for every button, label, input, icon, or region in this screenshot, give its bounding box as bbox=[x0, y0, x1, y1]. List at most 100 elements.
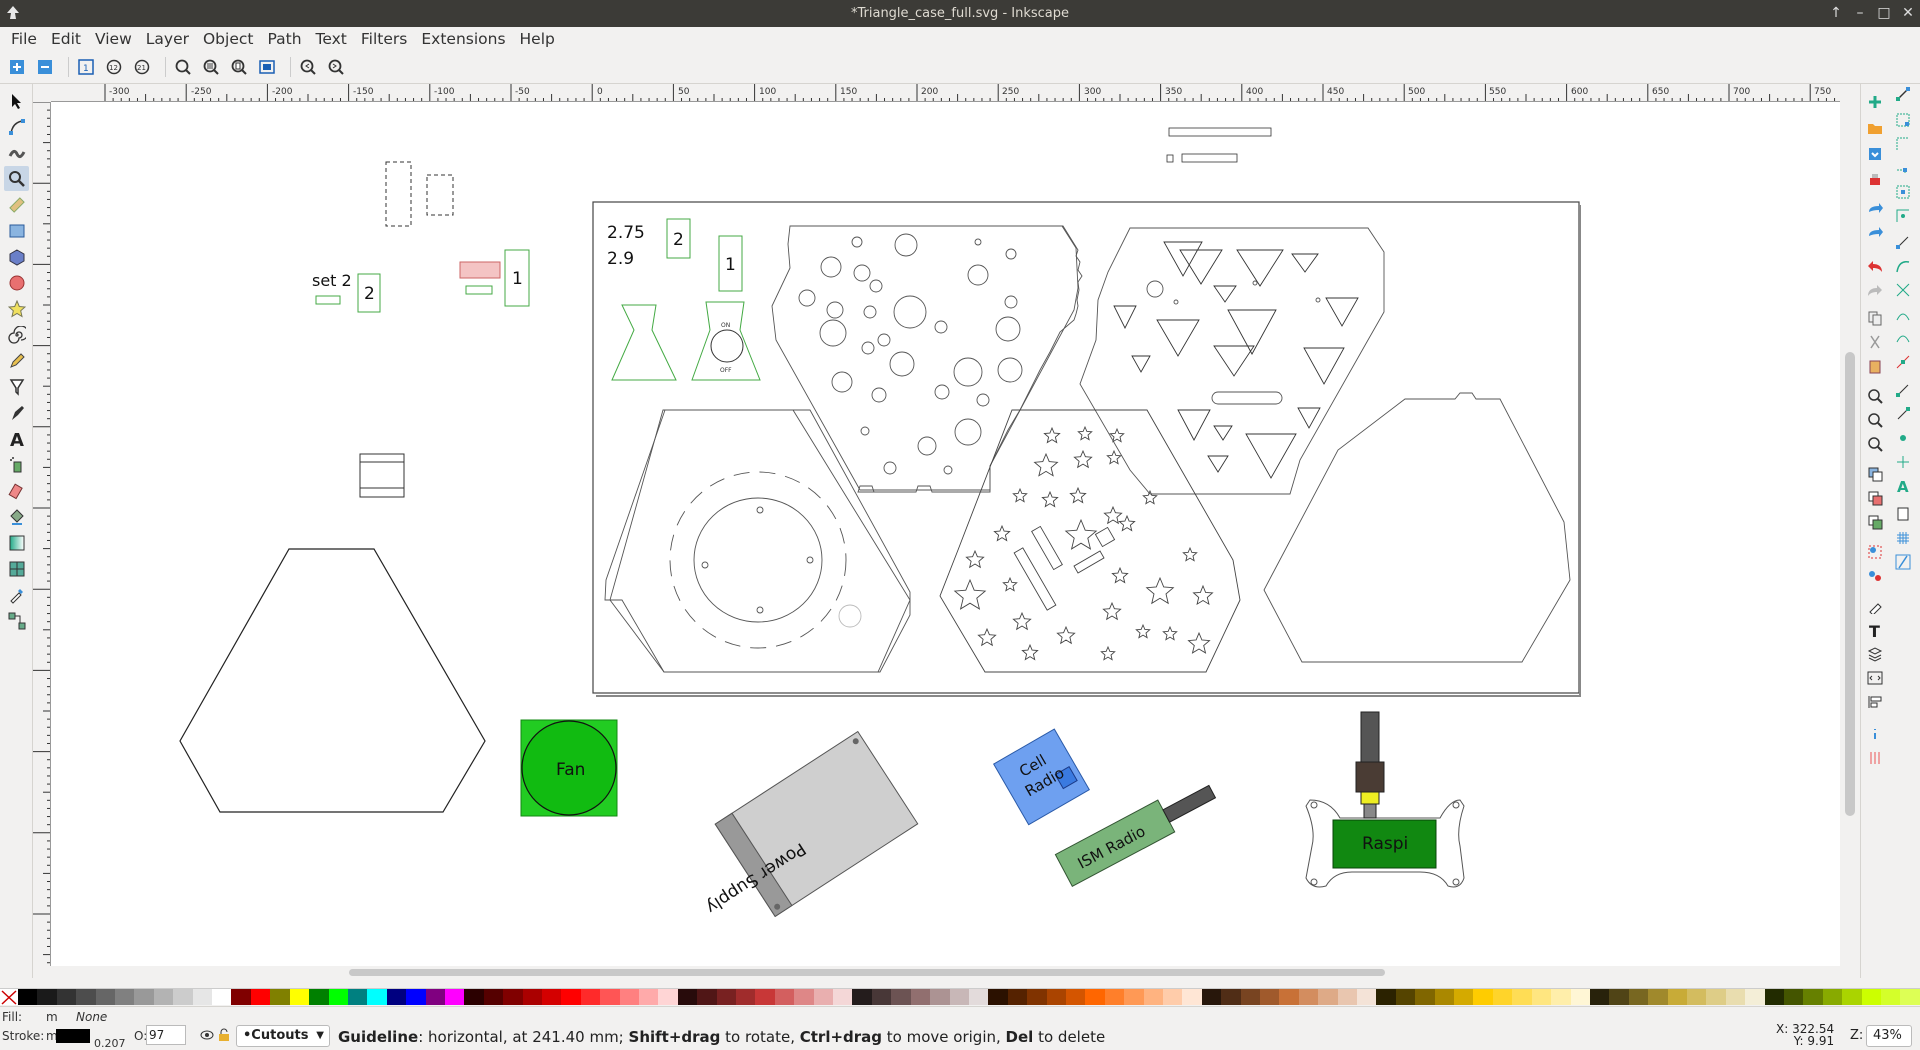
color-swatch[interactable] bbox=[250, 989, 271, 1005]
zoom-input[interactable]: 43% bbox=[1866, 1025, 1912, 1047]
ungroup-icon[interactable] bbox=[1865, 566, 1885, 586]
tweak-tool-icon[interactable] bbox=[4, 140, 29, 165]
snap-nodes-icon[interactable] bbox=[1893, 232, 1913, 252]
zoom-1-2-icon[interactable]: 12 bbox=[103, 56, 125, 78]
menu-file[interactable]: File bbox=[4, 30, 44, 48]
color-swatch[interactable] bbox=[270, 989, 290, 1005]
color-swatch[interactable] bbox=[1551, 989, 1571, 1005]
color-swatch[interactable] bbox=[406, 989, 426, 1005]
selected-part[interactable] bbox=[459, 261, 501, 279]
snap-cusp-icon[interactable] bbox=[1893, 304, 1913, 324]
color-swatch[interactable] bbox=[1881, 989, 1901, 1005]
color-swatch[interactable] bbox=[852, 989, 872, 1005]
color-swatch[interactable] bbox=[1473, 989, 1493, 1005]
layer-selector[interactable]: •Cutouts ▼ bbox=[236, 1025, 330, 1047]
color-swatch[interactable] bbox=[483, 989, 504, 1005]
color-swatch[interactable] bbox=[1124, 989, 1144, 1005]
pencil-tool-icon[interactable] bbox=[4, 348, 29, 373]
text-tool-icon[interactable]: A bbox=[4, 426, 29, 451]
color-swatch[interactable] bbox=[347, 989, 368, 1005]
stroke-color-swatch[interactable] bbox=[56, 1029, 90, 1043]
color-swatch[interactable] bbox=[1415, 989, 1435, 1005]
gradient-tool-icon[interactable] bbox=[4, 530, 29, 555]
calligraphy-tool-icon[interactable] bbox=[4, 400, 29, 425]
restore-up-icon[interactable]: ↑ bbox=[1824, 0, 1848, 27]
color-swatch[interactable] bbox=[192, 989, 213, 1005]
snap-bbox-center-icon[interactable] bbox=[1893, 206, 1913, 226]
snap-path-icon[interactable] bbox=[1893, 256, 1913, 276]
small-green-part[interactable] bbox=[315, 295, 341, 305]
color-palette[interactable] bbox=[0, 988, 1920, 1005]
menu-edit[interactable]: Edit bbox=[44, 30, 88, 48]
set-2-label[interactable]: set 2 bbox=[312, 271, 352, 290]
horizontal-scroll-thumb[interactable] bbox=[349, 969, 1385, 976]
zoom-page-width-icon[interactable] bbox=[256, 56, 278, 78]
color-swatch[interactable] bbox=[1725, 989, 1746, 1005]
snap-intersection-icon[interactable] bbox=[1893, 280, 1913, 300]
color-swatch[interactable] bbox=[309, 989, 329, 1005]
color-swatch[interactable] bbox=[367, 989, 387, 1005]
color-swatch[interactable] bbox=[1298, 989, 1319, 1005]
color-swatch[interactable] bbox=[1803, 989, 1823, 1005]
snap-text-icon[interactable]: A bbox=[1893, 476, 1913, 496]
snap-page-icon[interactable] bbox=[1893, 504, 1913, 524]
color-swatch[interactable] bbox=[1104, 989, 1125, 1005]
zoom-2-1-icon[interactable]: 21 bbox=[131, 56, 153, 78]
snap-midpoint-icon[interactable] bbox=[1893, 352, 1913, 372]
color-swatch[interactable] bbox=[56, 989, 77, 1005]
color-swatch[interactable] bbox=[1628, 989, 1649, 1005]
toggle-visibility-icon[interactable] bbox=[200, 1029, 214, 1044]
spiral-tool-icon[interactable] bbox=[4, 322, 29, 347]
color-swatch[interactable] bbox=[658, 989, 678, 1005]
small-green-part-b[interactable] bbox=[465, 285, 493, 295]
color-swatch[interactable] bbox=[871, 989, 892, 1005]
menu-text[interactable]: Text bbox=[309, 30, 354, 48]
color-swatch[interactable] bbox=[1706, 989, 1726, 1005]
color-swatch[interactable] bbox=[1648, 989, 1668, 1005]
color-swatch[interactable] bbox=[541, 989, 562, 1005]
menu-filters[interactable]: Filters bbox=[354, 30, 414, 48]
node-tool-icon[interactable] bbox=[4, 114, 29, 139]
color-swatch[interactable] bbox=[794, 989, 814, 1005]
color-swatch[interactable] bbox=[444, 989, 465, 1005]
eraser-tool-icon[interactable] bbox=[4, 478, 29, 503]
color-swatch[interactable] bbox=[1686, 989, 1707, 1005]
color-swatch[interactable] bbox=[95, 989, 116, 1005]
color-swatch[interactable] bbox=[1143, 989, 1163, 1005]
color-swatch[interactable] bbox=[1279, 989, 1299, 1005]
rectangle-tool-icon[interactable] bbox=[4, 218, 29, 243]
hexagon-panel[interactable] bbox=[179, 548, 486, 813]
color-swatch[interactable] bbox=[231, 989, 251, 1005]
xml-editor-icon[interactable] bbox=[1865, 668, 1885, 688]
color-swatch[interactable] bbox=[1318, 989, 1338, 1005]
maximize-button[interactable]: □ bbox=[1872, 0, 1896, 27]
cell-radio-block[interactable]: Cell Radio bbox=[993, 728, 1090, 826]
horizontal-ruler[interactable]: -300 -250 -200 -150 -100 -50 0 50 100 15… bbox=[51, 84, 1840, 102]
color-swatch[interactable] bbox=[212, 989, 232, 1005]
color-swatch[interactable] bbox=[697, 989, 717, 1005]
color-swatch[interactable] bbox=[930, 989, 950, 1005]
color-swatch[interactable] bbox=[716, 989, 737, 1005]
menu-help[interactable]: Help bbox=[513, 30, 562, 48]
zoom-selection-icon[interactable] bbox=[1865, 386, 1885, 406]
preferences-icon[interactable] bbox=[1865, 748, 1885, 768]
color-swatch[interactable] bbox=[1027, 989, 1047, 1005]
color-swatch[interactable] bbox=[134, 989, 154, 1005]
snap-text-baseline-icon[interactable] bbox=[1893, 428, 1913, 448]
snap-bbox-icon[interactable] bbox=[1893, 110, 1913, 130]
color-swatch[interactable] bbox=[1376, 989, 1396, 1005]
color-swatch[interactable] bbox=[328, 989, 348, 1005]
snap-toggle-icon[interactable] bbox=[1893, 84, 1913, 104]
fill-value[interactable]: m bbox=[46, 1010, 58, 1024]
close-button[interactable]: ✕ bbox=[1896, 0, 1920, 27]
zoom-selection-icon[interactable] bbox=[172, 56, 194, 78]
zoom-page-icon[interactable] bbox=[1865, 434, 1885, 454]
color-swatch[interactable] bbox=[813, 989, 834, 1005]
color-swatch[interactable] bbox=[1201, 989, 1222, 1005]
text-font-icon[interactable]: T bbox=[1865, 620, 1885, 640]
color-swatch[interactable] bbox=[1512, 989, 1532, 1005]
unlink-clone-icon[interactable] bbox=[1865, 512, 1885, 532]
color-swatch[interactable] bbox=[968, 989, 989, 1005]
color-swatch[interactable] bbox=[561, 989, 581, 1005]
fan-block[interactable]: Fan bbox=[520, 719, 618, 817]
